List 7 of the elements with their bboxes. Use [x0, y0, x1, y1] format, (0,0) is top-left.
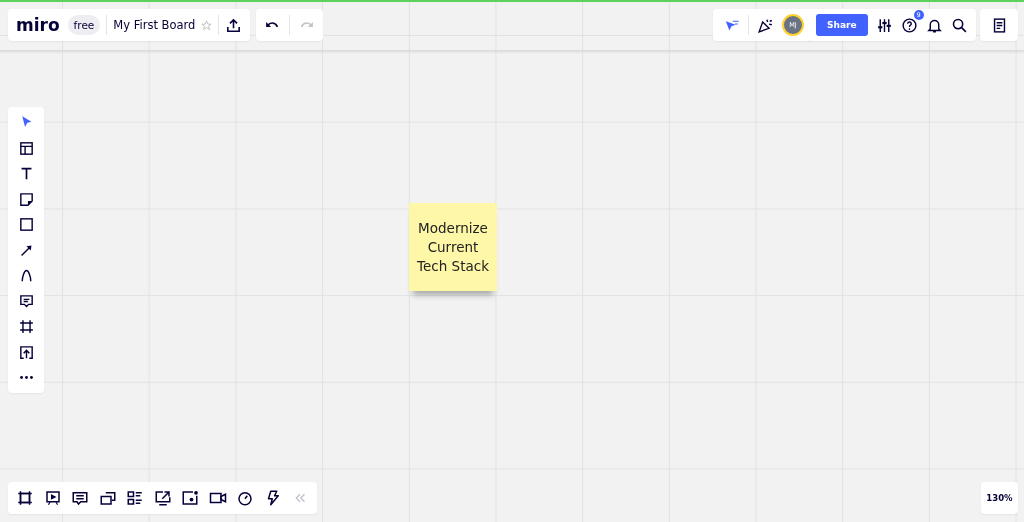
- zoom-level[interactable]: 130%: [981, 482, 1018, 514]
- board-title[interactable]: My First Board: [113, 18, 196, 32]
- note-text: Modernize Current Tech Stack: [416, 218, 490, 276]
- share-button[interactable]: Share: [816, 14, 868, 36]
- logo[interactable]: miro: [16, 15, 62, 35]
- sticky-note[interactable]: Modernize Current Tech Stack: [409, 203, 497, 291]
- plan-badge: free: [67, 15, 101, 35]
